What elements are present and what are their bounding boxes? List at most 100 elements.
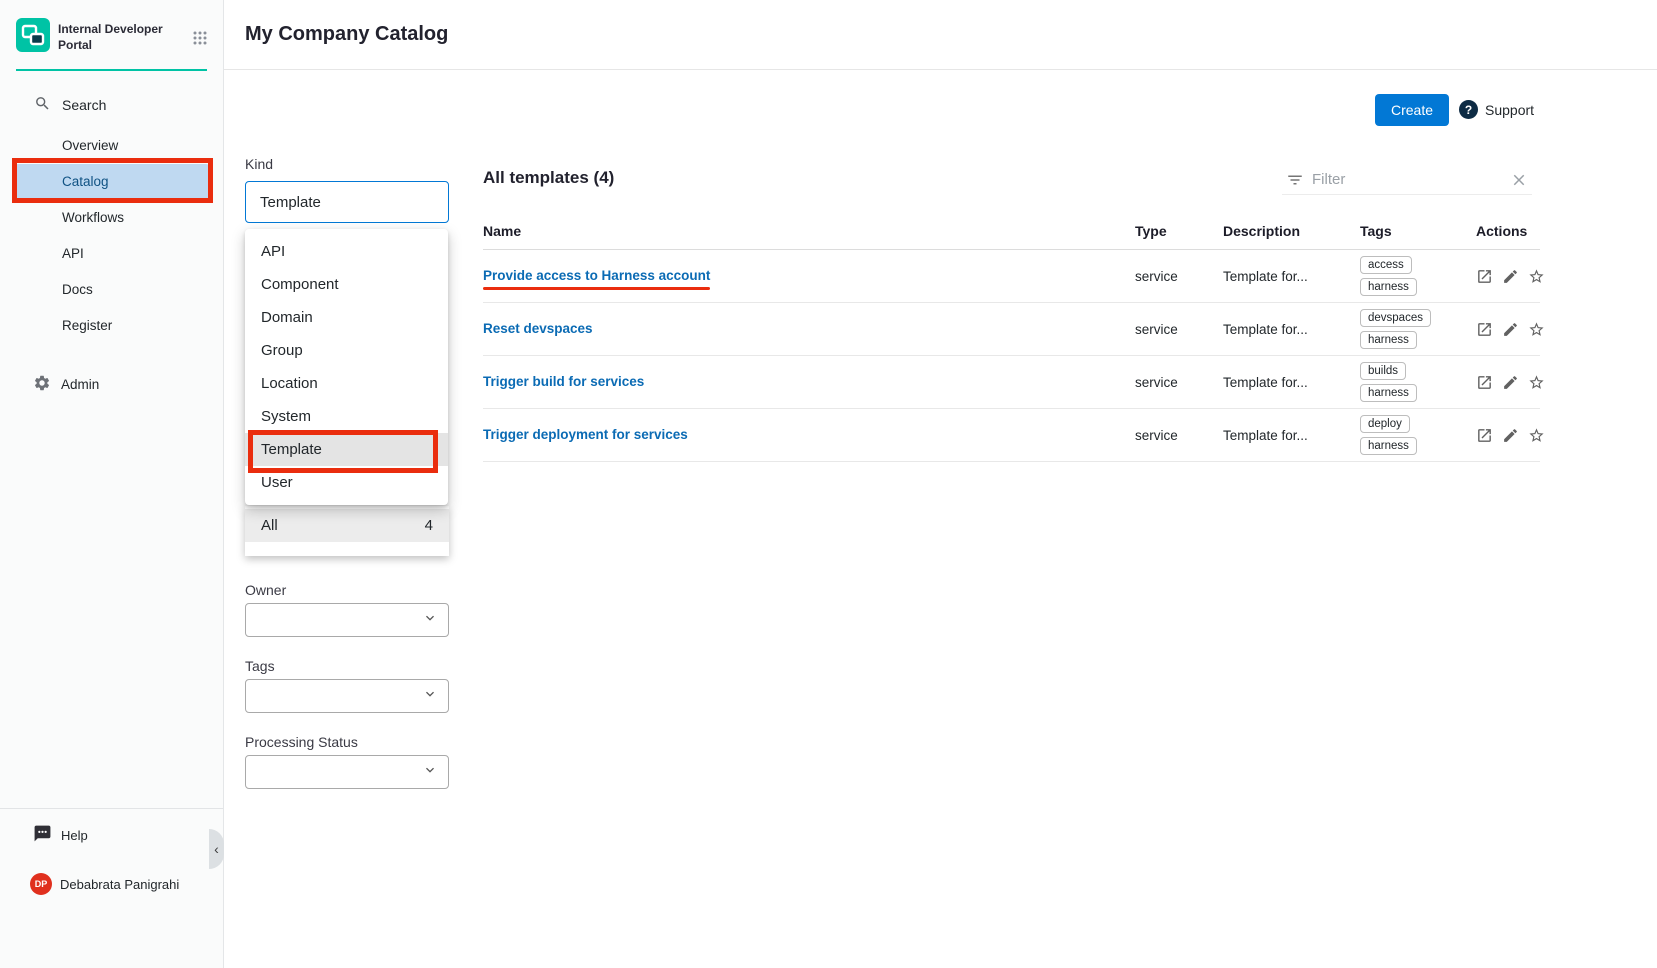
collapse-icon: ‹ [214, 841, 219, 857]
column-header-description: Description [1223, 223, 1360, 239]
table-filter [1282, 165, 1532, 195]
sidebar-item-overview[interactable]: Overview [14, 128, 210, 164]
column-header-name: Name [483, 223, 1135, 239]
facet-count: 4 [425, 517, 433, 534]
table-row: Trigger deployment for servicesserviceTe… [483, 409, 1540, 462]
edit-icon[interactable] [1502, 268, 1519, 285]
kind-select[interactable]: Template [245, 181, 449, 223]
tags-label: Tags [245, 658, 275, 674]
actions-cell [1476, 321, 1540, 338]
type-cell: service [1135, 322, 1223, 337]
owner-label: Owner [245, 582, 286, 598]
help-button[interactable]: Help [33, 824, 88, 846]
tags-cell: builds harness [1360, 356, 1476, 408]
star-icon[interactable] [1528, 321, 1545, 338]
tags-cell: deployharness [1360, 409, 1476, 461]
table-row: Provide access to Harness account service… [483, 250, 1540, 303]
table-row: Reset devspaces serviceTemplate for...dev… [483, 303, 1540, 356]
filter-icon [1286, 171, 1304, 189]
edit-icon[interactable] [1502, 321, 1519, 338]
sidebar-item-api[interactable]: API [14, 236, 210, 272]
apps-grid-icon[interactable] [192, 30, 208, 46]
kind-option-system[interactable]: System [245, 400, 448, 433]
edit-icon[interactable] [1502, 374, 1519, 391]
table-rows: Provide access to Harness account service… [483, 250, 1540, 462]
kind-option-group[interactable]: Group [245, 334, 448, 367]
kind-option-domain[interactable]: Domain [245, 301, 448, 334]
template-link[interactable]: Reset devspaces [483, 321, 593, 336]
question-icon: ? [1459, 100, 1478, 119]
create-button[interactable]: Create [1375, 94, 1449, 126]
type-cell: service [1135, 269, 1223, 284]
star-icon[interactable] [1528, 427, 1545, 444]
description-cell: Template for... [1223, 322, 1360, 337]
tag-chip: builds [1360, 362, 1406, 380]
kind-label: Kind [245, 156, 273, 172]
chevron-down-icon [422, 762, 438, 783]
edit-icon[interactable] [1502, 427, 1519, 444]
star-icon[interactable] [1528, 374, 1545, 391]
tags-select[interactable] [245, 679, 449, 713]
logo-icon [16, 18, 50, 57]
help-label: Help [61, 828, 88, 843]
kind-facet-card: All 4 [245, 506, 449, 556]
filter-input[interactable] [1312, 171, 1502, 188]
clear-icon[interactable] [1510, 171, 1528, 189]
processing-status-select[interactable] [245, 755, 449, 789]
actions-cell [1476, 374, 1540, 391]
sidebar-item-register[interactable]: Register [14, 308, 210, 344]
actions-cell [1476, 268, 1540, 285]
tag-chip: access [1360, 256, 1412, 274]
table-header-row: NameTypeDescriptionTagsActions [483, 213, 1540, 250]
template-link[interactable]: Trigger build for services [483, 374, 644, 389]
admin-label: Admin [61, 377, 99, 392]
kind-option-component[interactable]: Component [245, 268, 448, 301]
facet-label: All [261, 517, 278, 534]
sidebar-item-admin[interactable]: Admin [33, 374, 99, 395]
facet-all-row[interactable]: All 4 [245, 509, 449, 542]
templates-table: All templates (4) NameTypeDescriptionTag… [483, 165, 1540, 188]
tag-chip: harness [1360, 278, 1417, 296]
open-in-new-icon[interactable] [1476, 427, 1493, 444]
kind-option-template[interactable]: Template [245, 433, 448, 466]
sidebar-item-workflows[interactable]: Workflows [14, 200, 210, 236]
description-cell: Template for... [1223, 428, 1360, 443]
user-profile[interactable]: DP Debabrata Panigrahi [30, 873, 179, 895]
kind-option-api[interactable]: API [245, 235, 448, 268]
sidebar-item-catalog[interactable]: Catalog [14, 164, 210, 200]
type-cell: service [1135, 375, 1223, 390]
open-in-new-icon[interactable] [1476, 268, 1493, 285]
support-label: Support [1485, 102, 1534, 118]
chat-icon [33, 824, 52, 846]
tags-cell: access harness [1360, 250, 1476, 302]
tag-chip: harness [1360, 437, 1417, 455]
owner-select[interactable] [245, 603, 449, 637]
star-icon[interactable] [1528, 268, 1545, 285]
support-button[interactable]: ? Support [1459, 100, 1534, 119]
kind-option-user[interactable]: User [245, 466, 448, 499]
sidebar-search[interactable]: Search [34, 95, 106, 115]
sidebar-footer-divider [0, 808, 223, 809]
chevron-down-icon [422, 610, 438, 631]
kind-option-location[interactable]: Location [245, 367, 448, 400]
actions-cell [1476, 427, 1540, 444]
kind-dropdown: APIComponentDomainGroupLocationSystemTem… [245, 229, 448, 505]
template-link[interactable]: Provide access to Harness account [483, 268, 710, 283]
page-title: My Company Catalog [245, 23, 448, 46]
sidebar-nav: OverviewCatalogWorkflowsAPIDocsRegister [0, 128, 224, 344]
template-link[interactable]: Trigger deployment for services [483, 427, 688, 442]
open-in-new-icon[interactable] [1476, 321, 1493, 338]
page: { "sidebar": { "brand": { "title_line1":… [0, 0, 1657, 968]
user-name: Debabrata Panigrahi [60, 877, 179, 892]
column-header-tags: Tags [1360, 223, 1476, 239]
open-in-new-icon[interactable] [1476, 374, 1493, 391]
sidebar: Internal Developer Portal Search Overvie… [0, 0, 224, 968]
chevron-down-icon [422, 686, 438, 707]
name-cell: Trigger build for services [483, 373, 1135, 391]
gear-icon [33, 374, 51, 395]
tag-chip: devspaces [1360, 309, 1431, 327]
tag-chip: harness [1360, 384, 1417, 402]
avatar: DP [30, 873, 52, 895]
brand-title: Internal Developer Portal [58, 22, 184, 53]
sidebar-item-docs[interactable]: Docs [14, 272, 210, 308]
